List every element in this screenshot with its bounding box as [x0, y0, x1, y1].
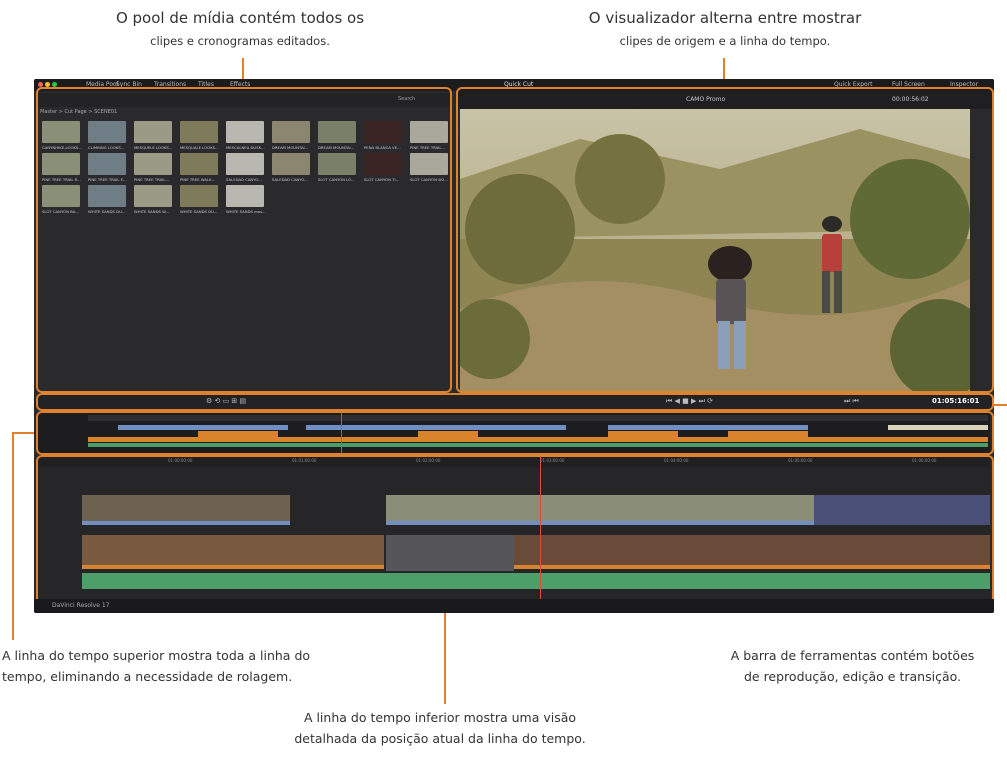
callout-line	[12, 432, 14, 640]
lower-timeline-highlight	[36, 455, 994, 605]
upper-timeline-highlight	[36, 411, 994, 455]
annotation-line: clipes de origem e a linha do tempo.	[619, 34, 831, 49]
annotation-line: A barra de ferramentas contém botões	[730, 648, 975, 663]
annotation-line: detalhada da posição atual da linha do t…	[294, 730, 586, 746]
toolbar-annotation: A barra de ferramentas contém botões de …	[700, 648, 1005, 686]
toolbar-highlight	[36, 393, 994, 411]
annotation-line: A linha do tempo superior mostra toda a …	[2, 648, 311, 663]
viewer-highlight	[456, 87, 994, 393]
resolve-label: DaVinci Resolve 17	[52, 602, 110, 609]
annotation-line: clipes e cronogramas editados.	[150, 34, 330, 49]
lower-timeline-annotation: A linha do tempo inferior mostra uma vis…	[240, 710, 640, 748]
annotation-line: O visualizador alterna entre mostrar	[588, 9, 862, 27]
annotation-line: de reprodução, edição e transição.	[743, 668, 962, 684]
annotation-line: A linha do tempo inferior mostra uma vis…	[303, 710, 577, 725]
media-pool-annotation: O pool de mídia contém todos os clipes e…	[70, 8, 410, 50]
page-navigation-bar: DaVinci Resolve 17	[34, 599, 994, 613]
annotation-line: tempo, eliminando a necessidade de rolag…	[2, 668, 293, 684]
media-pool-highlight	[36, 87, 452, 393]
annotation-line: O pool de mídia contém todos os	[115, 9, 365, 27]
davinci-resolve-window: Media Pool Sync Bin Transitions Titles E…	[34, 79, 994, 613]
viewer-annotation: O visualizador alterna entre mostrar cli…	[520, 8, 930, 50]
upper-timeline-annotation: A linha do tempo superior mostra toda a …	[2, 648, 392, 686]
